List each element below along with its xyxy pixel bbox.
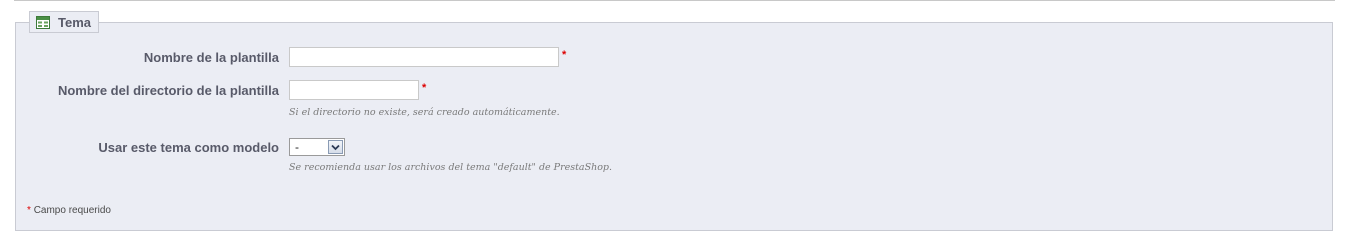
legend-title: Tema: [58, 14, 91, 30]
template-dir-hint: Si el directorio no existe, será creado …: [289, 107, 560, 118]
template-dir-required-mark: *: [422, 82, 427, 94]
top-divider: [14, 0, 1335, 1]
template-name-label: Nombre de la plantilla: [143, 50, 279, 65]
model-theme-selected-value: -: [295, 140, 299, 154]
required-note-star: *: [27, 205, 31, 216]
chevron-down-icon[interactable]: [328, 140, 343, 154]
model-theme-hint: Se recomienda usar los archivos del tema…: [289, 162, 613, 173]
table-icon: [36, 15, 50, 29]
fieldset-legend: Tema: [29, 11, 99, 33]
template-dir-input[interactable]: [289, 80, 419, 100]
required-field-note: * Campo requerido: [27, 205, 111, 216]
template-name-required-mark: *: [562, 49, 567, 61]
required-note-text: Campo requerido: [33, 205, 111, 216]
template-dir-label: Nombre del directorio de la plantilla: [57, 83, 279, 98]
template-name-input[interactable]: [289, 47, 559, 67]
model-theme-label: Usar este tema como modelo: [98, 140, 279, 155]
model-theme-select[interactable]: -: [289, 138, 345, 156]
